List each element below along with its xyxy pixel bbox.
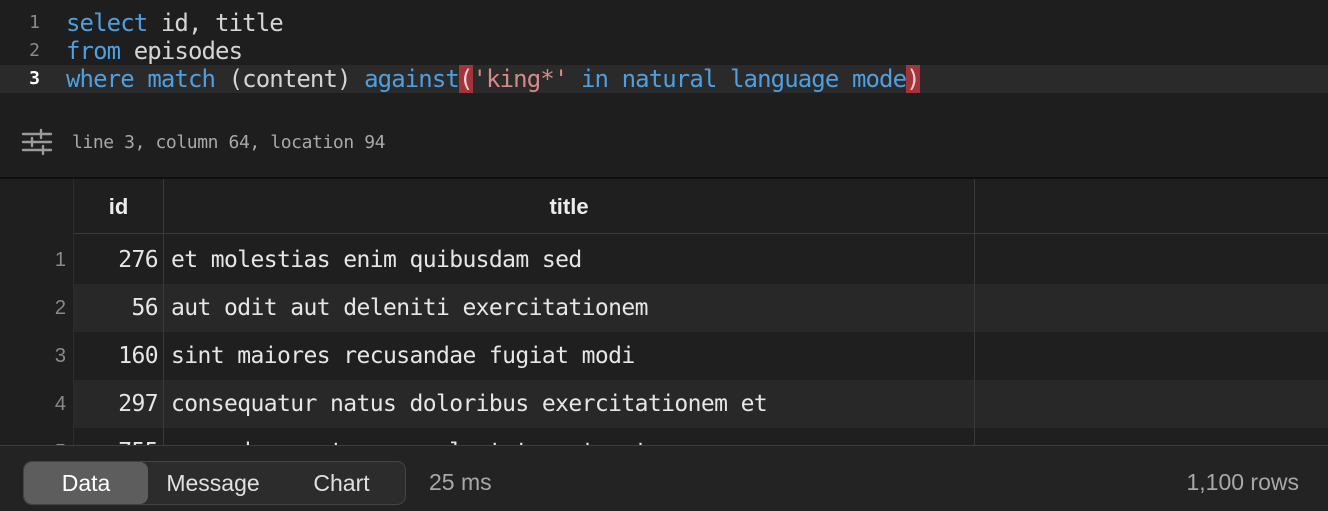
code-token-kw: select — [66, 9, 148, 37]
code-token-kw: match — [147, 65, 216, 93]
tab-chart[interactable]: Chart — [278, 462, 405, 504]
column-separator — [974, 179, 975, 445]
cell-title[interactable]: et molestias enim quibusdam sed — [171, 236, 582, 284]
cell-id[interactable]: 160 — [74, 332, 158, 380]
column-separator — [163, 179, 164, 445]
code-line-2[interactable]: 2 from episodes — [0, 37, 1328, 65]
row-number: 5 — [0, 428, 66, 445]
code-token-kw: from — [66, 37, 121, 65]
line-number: 1 — [29, 12, 40, 33]
cell-title[interactable]: consequatur natus doloribus exercitation… — [171, 380, 768, 428]
cell-id[interactable]: 755 — [74, 428, 158, 445]
row-number: 2 — [54, 297, 66, 319]
table-row[interactable]: 5 755 quas deserunt nemo voluptatem ut e… — [0, 428, 1328, 445]
tab-data[interactable]: Data — [24, 462, 148, 504]
code-text[interactable]: select id, title — [66, 9, 284, 37]
code-line-1[interactable]: 1 select id, title — [0, 9, 1328, 37]
cell-id[interactable]: 56 — [74, 284, 159, 332]
editor-status-bar: line 3, column 64, location 94 — [0, 124, 1328, 164]
code-token-plain: (content) — [215, 65, 365, 93]
row-number-separator — [73, 179, 74, 445]
row-count: 1,100 rows — [1186, 469, 1299, 495]
code-token-plain: id, title — [147, 9, 284, 37]
cell-id[interactable]: 297 — [74, 380, 158, 428]
code-token-kw: where — [66, 65, 135, 93]
code-token-plain: episodes — [120, 37, 243, 65]
code-token-brk: ) — [906, 65, 921, 93]
code-text[interactable]: from episodes — [66, 37, 243, 65]
code-token-str: 'king*' — [472, 65, 569, 93]
column-header-title[interactable]: title — [164, 179, 974, 233]
results-grid[interactable]: id title 1 276 et molestias enim quibusd… — [0, 179, 1328, 445]
row-number: 4 — [54, 393, 66, 415]
code-line-3[interactable]: 3 where match (content) against('king*' … — [0, 65, 1328, 93]
cursor-position: line 3, column 64, location 94 — [72, 132, 386, 153]
line-number: 2 — [29, 40, 40, 61]
query-duration: 25 ms — [429, 469, 492, 495]
cell-id[interactable]: 276 — [74, 236, 158, 284]
cell-title[interactable]: sint maiores recusandae fugiat modi — [171, 332, 635, 380]
sql-editor[interactable]: 1 select id, title 2 from episodes 3 whe… — [0, 0, 1328, 110]
row-number: 3 — [54, 345, 66, 367]
code-token-kw: in natural language mode — [580, 65, 907, 93]
result-view-tabs: Data Message Chart — [23, 461, 406, 505]
table-row[interactable]: 4 297 consequatur natus doloribus exerci… — [0, 380, 1328, 428]
sliders-icon[interactable] — [21, 128, 53, 156]
tab-message[interactable]: Message — [150, 462, 276, 504]
code-text[interactable]: where match (content) against('king*' in… — [66, 65, 921, 93]
cell-title[interactable]: quas deserunt nemo voluptatem ut est — [171, 428, 649, 445]
code-token-brk: ( — [458, 65, 473, 93]
grid-header: id title — [74, 179, 1328, 234]
row-number: 1 — [54, 249, 66, 271]
table-row[interactable]: 2 56 aut odit aut deleniti exercitatione… — [0, 284, 1328, 332]
table-row[interactable]: 1 276 et molestias enim quibusdam sed — [0, 236, 1328, 284]
line-number: 3 — [29, 68, 40, 89]
cell-title[interactable]: aut odit aut deleniti exercitationem — [171, 284, 649, 332]
code-token-kw: against — [364, 65, 460, 93]
column-header-id[interactable]: id — [74, 179, 163, 233]
results-footer: Data Message Chart 25 ms 1,100 rows — [0, 445, 1328, 511]
table-row[interactable]: 3 160 sint maiores recusandae fugiat mod… — [0, 332, 1328, 380]
